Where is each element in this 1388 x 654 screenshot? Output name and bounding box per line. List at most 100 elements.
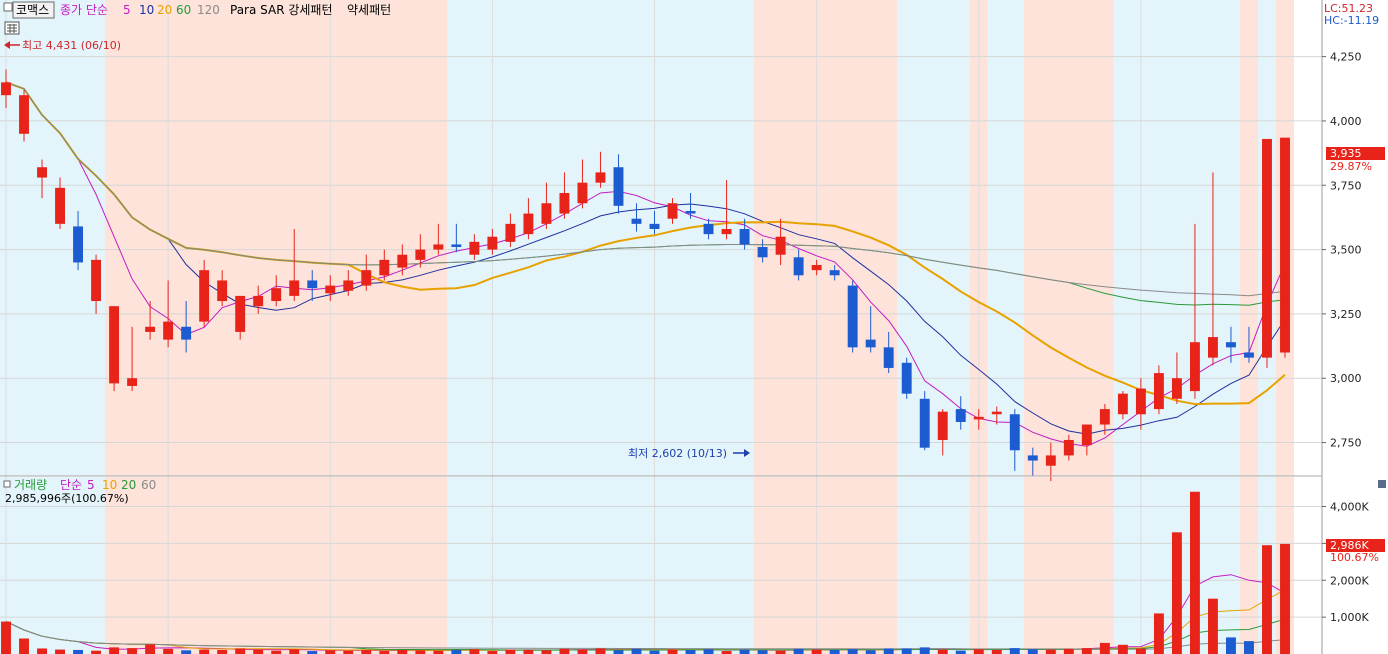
sar-zones-volume (0, 477, 1295, 654)
candle-up (721, 228, 732, 235)
volume-bar (595, 648, 606, 654)
candle-up (541, 203, 552, 224)
volume-bar (523, 649, 534, 654)
volume-bar (991, 649, 1002, 654)
candle-down (793, 257, 804, 276)
volume-bar (361, 649, 372, 654)
vol-ma5-label[interactable]: 5 (87, 478, 95, 492)
candle-down (631, 218, 642, 224)
candle-up (1099, 409, 1110, 425)
candle-down (757, 247, 768, 258)
candle-up (577, 182, 588, 204)
candle-up (469, 241, 480, 255)
ma10-label[interactable]: 10 (139, 3, 154, 17)
sar-zone-vol-6 (987, 477, 1024, 654)
candle-up (109, 306, 120, 384)
price-tick-label: 3,750 (1330, 179, 1362, 192)
candle-up (415, 249, 426, 260)
candle-up (1045, 455, 1056, 466)
volume-bar (811, 649, 822, 654)
volume-bar (937, 649, 948, 654)
sar-zone-3 (753, 0, 898, 476)
price-tick-label: 3,500 (1330, 244, 1362, 257)
candle-up (217, 280, 228, 302)
volume-bar (1244, 641, 1254, 654)
volume-bar (1189, 491, 1200, 654)
vol-ma60-label[interactable]: 60 (141, 478, 156, 492)
volume-bar (163, 648, 174, 654)
sar-zone-6 (987, 0, 1024, 476)
candle-up (811, 265, 822, 271)
current-price-label: 3,935 (1330, 147, 1362, 160)
volume-bar (415, 650, 426, 654)
low-annotation: 최저 2,602 (10/13) (628, 447, 727, 460)
volume-bar (865, 650, 876, 654)
price-tick-label: 4,250 (1330, 51, 1362, 64)
volume-bar (1207, 598, 1218, 654)
high-annotation: 최고 4,431 (06/10) (22, 39, 121, 52)
candle-up (1262, 138, 1272, 358)
volume-bar (217, 649, 228, 654)
candle-up (1063, 439, 1074, 456)
candle-up (1117, 393, 1128, 415)
stock-chart[interactable]: 4,2504,0003,7503,5003,2503,0002,750 LC:5… (0, 0, 1388, 654)
candle-up (379, 259, 390, 276)
candle-down (307, 280, 318, 289)
candle-up (325, 285, 336, 294)
volume-bar (919, 647, 930, 654)
volume-bar (1063, 648, 1074, 654)
sar-bull-label[interactable]: Para SAR 강세패턴 (230, 3, 333, 17)
volume-bar (397, 649, 408, 654)
current-price-pct: 29.87% (1330, 160, 1372, 173)
sar-zone-vol-7 (1023, 477, 1114, 654)
volume-bar (73, 649, 84, 654)
sar-bear-label[interactable]: 약세패턴 (347, 2, 391, 17)
volume-bar (451, 649, 462, 654)
candle-up (1207, 337, 1218, 358)
volume-bar (559, 648, 570, 654)
ma5-label[interactable]: 5 (123, 3, 131, 17)
ma20-label[interactable]: 20 (157, 3, 172, 17)
candle-up (433, 244, 444, 250)
volume-bar (901, 648, 912, 654)
candle-up (199, 270, 210, 322)
candle-up (145, 326, 156, 332)
candle-up (1135, 388, 1146, 415)
candle-down (829, 270, 840, 276)
candle-down (685, 210, 696, 214)
candle-up (775, 236, 786, 255)
candle-down (955, 409, 966, 422)
candle-up (991, 411, 1002, 415)
sar-zone-9 (1239, 0, 1258, 476)
price-tick-label: 2,750 (1330, 437, 1362, 450)
volume-bar (613, 650, 624, 654)
volume-bar (55, 649, 65, 654)
candle-down (883, 347, 894, 368)
candle-down (1244, 352, 1254, 358)
vol-ma20-label[interactable]: 20 (121, 478, 136, 492)
candle-up (1280, 137, 1290, 353)
candle-up (253, 295, 264, 307)
volume-bar (253, 649, 264, 654)
sar-zones-price (0, 0, 1295, 476)
ma120-label[interactable]: 120 (197, 3, 220, 17)
volume-bar (469, 649, 480, 654)
volume-bar (1262, 545, 1272, 654)
current-volume-pct: 100.67% (1330, 551, 1379, 564)
sar-zone-1 (105, 0, 448, 476)
candle-down (865, 339, 876, 348)
candle-up (127, 378, 138, 386)
volume-bar (631, 648, 642, 654)
vol-ma10-label[interactable]: 10 (102, 478, 117, 492)
volume-bar (1171, 532, 1182, 654)
volume-bar (37, 648, 47, 654)
candle-up (523, 213, 534, 235)
volume-bar (181, 650, 192, 654)
settings-icon[interactable] (3, 2, 13, 12)
ma60-label[interactable]: 60 (176, 3, 191, 17)
volume-value-text: 2,985,996주(100.67%) (5, 492, 129, 505)
candle-down (703, 223, 714, 235)
volume-bar (739, 649, 750, 654)
panel-toggle-button[interactable] (1378, 480, 1386, 488)
volume-settings-icon[interactable] (3, 480, 11, 488)
